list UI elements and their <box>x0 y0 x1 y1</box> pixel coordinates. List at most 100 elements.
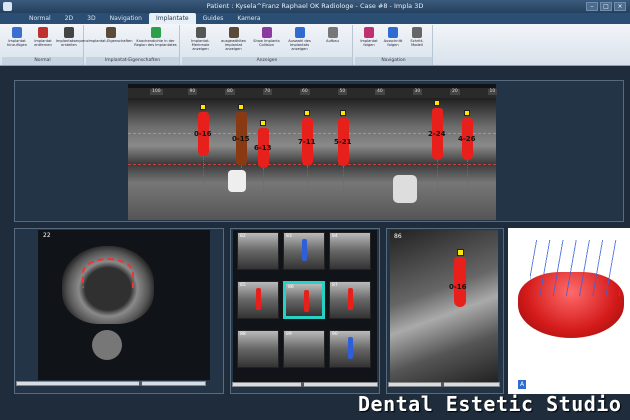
ribbon-button-follow-section[interactable]: Ausschnitt folgen <box>381 27 405 55</box>
maximize-icon[interactable]: □ <box>600 2 612 11</box>
thumbnail-implant-mark <box>256 288 261 310</box>
implant-label: 7-11 <box>298 138 316 146</box>
model-3d-guide-pins <box>530 240 620 296</box>
cross-section-thumbnail[interactable]: 88 <box>237 330 279 368</box>
ruler-tick: 100 <box>150 89 163 95</box>
thumbnail-number: 87 <box>332 283 338 288</box>
ruler-tick: 20 <box>450 89 460 95</box>
follow-implant-icon <box>364 27 374 38</box>
axial-arch-curve <box>82 258 134 288</box>
ribbon-toolbar: Implantat hinzufügen Implantat entfernen I… <box>0 24 630 66</box>
ruler-tick: 90 <box>187 89 198 95</box>
ribbon-group-caption: Normal <box>2 57 83 65</box>
implant-cap[interactable] <box>340 110 346 116</box>
bone-guide-line <box>128 164 496 165</box>
cross-section-thumbnail[interactable]: 84 <box>329 232 371 270</box>
ribbon-button-implant-selection[interactable]: Auswahl des Implantats anzeigen <box>283 27 316 55</box>
detail-implant-cap <box>457 249 464 256</box>
thumbnail-implant-mark <box>302 239 307 261</box>
axial-slider[interactable] <box>16 381 206 386</box>
thumbnail-number: 86 <box>288 285 294 290</box>
ribbon-group-1: Implantat-Eigenschaften Knochendichte in … <box>86 25 180 65</box>
ribbon-button-label: Implantat hinzufügen <box>6 39 28 47</box>
ribbon-button-label: Knochendichte in der Region des Implanta… <box>134 39 177 47</box>
implant-axis-line <box>343 166 344 196</box>
ribbon-button-implant-add[interactable]: Implantat hinzufügen <box>4 27 30 55</box>
cross-section-thumbnail[interactable]: 85 <box>237 281 279 319</box>
cross-section-thumbnail[interactable]: 86 <box>283 281 325 319</box>
ribbon-group-caption: Implantat-Eigenschaften <box>86 57 179 65</box>
ribbon-button-implant-features[interactable]: Implantat-Merkmale anzeigen <box>184 27 217 55</box>
implant-axis-line <box>203 156 204 186</box>
cross-section-thumbnail[interactable]: 83 <box>283 232 325 270</box>
collision-icon <box>261 27 272 38</box>
cross-section-thumbnail[interactable]: 87 <box>329 281 371 319</box>
implant-properties-icon <box>105 27 116 38</box>
ribbon-button-implant-sequence[interactable]: Implantatsequenz erstellen <box>56 27 89 55</box>
implant-cap[interactable] <box>238 104 244 110</box>
selected-implant-icon <box>228 27 239 38</box>
axial-spine <box>92 330 122 360</box>
ruler-tick: 60 <box>300 89 310 95</box>
ribbon-button-label: Aufbau <box>326 39 339 43</box>
ribbon-button-collision[interactable]: Show Implants Collision <box>250 27 283 55</box>
ribbon-button-label: Implantat-Merkmale anzeigen <box>191 39 210 51</box>
ribbon-button-abutment[interactable]: Aufbau <box>316 27 349 55</box>
minimize-icon[interactable]: – <box>586 2 598 11</box>
ribbon-tabs: Normal 2D 3D Navigation Implantate Guides Kame… <box>0 13 630 24</box>
implant-label: 2-24 <box>428 130 446 138</box>
axial-slice-number: 22 <box>43 232 51 239</box>
thumbnail-number: 90 <box>332 332 338 337</box>
ribbon-button-implant-properties[interactable]: Implantat-Eigenschaften <box>88 27 133 55</box>
ribbon-button-bone-density[interactable]: Knochendichte in der Region des Implanta… <box>133 27 178 55</box>
detail-implant[interactable] <box>454 257 466 307</box>
ribbon-button-step-model[interactable]: Schritt-Modell <box>405 27 429 55</box>
tab-3d[interactable]: 3D <box>80 13 102 24</box>
ribbon-button-label: Implantatsequenz erstellen <box>56 39 89 47</box>
implant-cap[interactable] <box>434 100 440 106</box>
implant-label: 6-13 <box>254 144 272 152</box>
implant-cap[interactable] <box>464 110 470 116</box>
tab-guides[interactable]: Guides <box>196 13 231 24</box>
ruler-tick: 40 <box>375 89 385 95</box>
tab-normal[interactable]: Normal <box>22 13 58 24</box>
ribbon-button-label: Implantat folgen <box>360 39 378 47</box>
ribbon-button-selected-implant[interactable]: ausgewähltes Implantat anzeigen <box>217 27 250 55</box>
follow-section-icon <box>388 27 398 38</box>
tab-implantate[interactable]: Implantate <box>148 13 196 24</box>
tab-kamera[interactable]: Kamera <box>230 13 267 24</box>
ribbon-group-caption: Navigation <box>355 57 432 65</box>
app-icon[interactable] <box>3 2 12 11</box>
implant-axis-line <box>437 160 438 190</box>
detail-implant-label: 0-16 <box>449 283 467 291</box>
cross-section-thumbnail[interactable]: 89 <box>283 330 325 368</box>
cross-section-thumbnail[interactable]: 82 <box>237 232 279 270</box>
detail-slice-number: 86 <box>394 233 402 240</box>
watermark: Dental Estetic Studio <box>358 392 622 416</box>
thumbnail-implant-mark <box>348 288 353 310</box>
step-model-icon <box>412 27 422 38</box>
thumbnail-implant-mark <box>304 290 309 312</box>
cross-section-thumbnail[interactable]: 90 <box>329 330 371 368</box>
panorama-ruler: 100 90 80 70 60 50 40 30 20 10 <box>128 88 498 98</box>
close-icon[interactable]: × <box>614 2 626 11</box>
ribbon-button-implant-remove[interactable]: Implantat entfernen <box>30 27 56 55</box>
thumbnail-number: 89 <box>286 332 292 337</box>
ribbon-button-label: Schritt-Modell <box>410 39 424 47</box>
tab-2d[interactable]: 2D <box>58 13 80 24</box>
implant-cap[interactable] <box>260 120 266 126</box>
implant-axis-line <box>263 168 264 198</box>
detail-slider[interactable] <box>388 382 500 387</box>
ruler-tick: 30 <box>412 89 423 95</box>
detail-view[interactable] <box>390 230 498 382</box>
cross-section-slider[interactable] <box>232 382 378 387</box>
implant-sequence-icon <box>64 27 74 38</box>
ribbon-button-follow-implant[interactable]: Implantat folgen <box>357 27 381 55</box>
tab-navigation[interactable]: Navigation <box>103 13 149 24</box>
ribbon-button-label: ausgewähltes Implantat anzeigen <box>221 39 246 51</box>
implant-cap[interactable] <box>200 104 206 110</box>
window-controls: – □ × <box>586 2 626 11</box>
existing-restoration <box>228 170 246 192</box>
bone-density-icon <box>150 27 161 38</box>
implant-cap[interactable] <box>304 110 310 116</box>
